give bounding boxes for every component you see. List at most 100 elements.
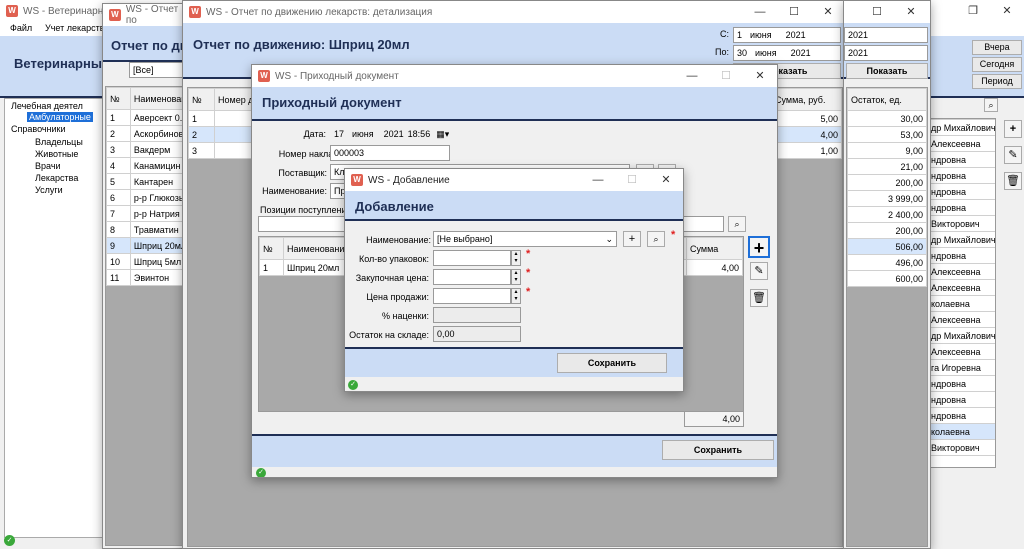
names-row[interactable]: ндровна: [927, 183, 995, 200]
add-save-button[interactable]: Сохранить: [557, 353, 667, 373]
tree-treatment[interactable]: Лечебная деятел: [11, 101, 83, 111]
incoming-delete-icon[interactable]: 🗑: [750, 289, 768, 307]
names-row[interactable]: ндровна: [927, 167, 995, 184]
report1-row[interactable]: 3 Вакдерм: [106, 141, 191, 158]
report3-row[interactable]: 200,00: [847, 222, 927, 239]
report1-row[interactable]: 10 Шприц 5мл: [106, 253, 191, 270]
incoming-col-num[interactable]: №: [259, 237, 284, 260]
report3-from-date[interactable]: 2021: [844, 27, 928, 43]
report2-maximize-icon[interactable]: ☐: [777, 1, 811, 23]
report3-row[interactable]: 496,00: [847, 254, 927, 271]
incoming-invoice-field[interactable]: 000003: [330, 145, 450, 161]
names-row[interactable]: др Михайлович: [927, 327, 995, 344]
tree-references[interactable]: Справочники: [11, 124, 66, 134]
report2-col-sum[interactable]: Сумма, руб.: [771, 88, 842, 111]
report3-row[interactable]: 200,00: [847, 174, 927, 191]
tree-owners[interactable]: Владельцы: [35, 137, 83, 147]
incoming-date-field[interactable]: 17 июня 2021 18:56 ▦▾: [330, 126, 450, 142]
report3-to-date[interactable]: 2021: [844, 45, 928, 61]
names-row[interactable]: ндровна: [927, 375, 995, 392]
names-row[interactable]: Викторович: [927, 215, 995, 232]
names-row[interactable]: ндровна: [927, 151, 995, 168]
report3-row[interactable]: 2 400,00: [847, 206, 927, 223]
names-add-icon[interactable]: +: [1004, 120, 1022, 138]
report3-col-stock[interactable]: Остаток, ед.: [847, 88, 927, 111]
today-button[interactable]: Сегодня: [972, 57, 1022, 72]
tree-doctors[interactable]: Врачи: [35, 161, 61, 171]
add-buy-field[interactable]: [433, 269, 511, 285]
names-row[interactable]: др Михайлович: [927, 231, 995, 248]
incoming-close-icon[interactable]: ✕: [743, 65, 777, 87]
names-row[interactable]: ндровна: [927, 391, 995, 408]
names-row[interactable]: Алексеевна: [927, 279, 995, 296]
report3-row[interactable]: 30,00: [847, 110, 927, 127]
report1-row[interactable]: 9 Шприц 20мл: [106, 237, 191, 254]
menu-drugs[interactable]: Учет лекарств: [45, 23, 105, 33]
report1-row[interactable]: 5 Кантарен: [106, 173, 191, 190]
names-row[interactable]: ндровна: [927, 407, 995, 424]
tree-ambulatory[interactable]: Амбулаторные: [27, 112, 93, 122]
names-row[interactable]: др Михайлович: [927, 119, 995, 136]
report1-row[interactable]: 11 Эвинтон: [106, 269, 191, 286]
report3-row[interactable]: 600,00: [847, 270, 927, 287]
tree-services[interactable]: Услуги: [35, 185, 63, 195]
names-row[interactable]: ндровна: [927, 199, 995, 216]
names-row[interactable]: Алексеевна: [927, 311, 995, 328]
incoming-maximize-icon[interactable]: ☐: [709, 65, 743, 87]
close-icon[interactable]: ✕: [990, 0, 1024, 22]
main-search-icon[interactable]: ⌕: [984, 98, 998, 112]
incoming-minimize-icon[interactable]: —: [675, 65, 709, 87]
report2-to-date[interactable]: 30 июня 2021: [733, 45, 841, 61]
tree-drugs[interactable]: Лекарства: [35, 173, 78, 183]
report1-row[interactable]: 2 Аскорбинов: [106, 125, 191, 142]
names-row[interactable]: Алексеевна: [927, 135, 995, 152]
report3-row[interactable]: 21,00: [847, 158, 927, 175]
names-edit-icon[interactable]: ✎: [1004, 146, 1022, 164]
report2-col-num[interactable]: №: [188, 88, 215, 111]
names-row[interactable]: Алексеевна: [927, 263, 995, 280]
add-minimize-icon[interactable]: —: [581, 169, 615, 191]
add-name-add-icon[interactable]: +: [623, 231, 641, 247]
add-name-dropdown-icon[interactable]: ⌄: [605, 232, 613, 246]
menu-file[interactable]: Файл: [10, 23, 32, 33]
report3-row[interactable]: 9,00: [847, 142, 927, 159]
report1-col-num[interactable]: №: [106, 87, 131, 110]
report3-row[interactable]: 3 999,00: [847, 190, 927, 207]
restore-icon[interactable]: ❐: [956, 0, 990, 22]
report1-row[interactable]: 1 Аверсект 0.5: [106, 109, 191, 126]
add-buy-spinner-icon[interactable]: ▴ ▾: [511, 269, 521, 285]
report3-row[interactable]: 53,00: [847, 126, 927, 143]
names-row[interactable]: колаевна: [927, 295, 995, 312]
period-button[interactable]: Период: [972, 74, 1022, 89]
yesterday-button[interactable]: Вчера: [972, 40, 1022, 55]
report1-row[interactable]: 7 р-р Натрия х: [106, 205, 191, 222]
report3-show-button[interactable]: Показать: [846, 63, 928, 79]
names-row[interactable]: ндровна: [927, 247, 995, 264]
report1-filter-select[interactable]: [Все]: [129, 62, 189, 78]
names-row[interactable]: га Игоревна: [927, 359, 995, 376]
report3-row[interactable]: 506,00: [847, 238, 927, 255]
add-maximize-icon[interactable]: ☐: [615, 169, 649, 191]
tree-animals[interactable]: Животные: [35, 149, 78, 159]
add-qty-spinner-icon[interactable]: ▴ ▾: [511, 250, 521, 266]
report3-close-icon[interactable]: ✕: [894, 1, 928, 23]
add-qty-field[interactable]: [433, 250, 511, 266]
add-close-icon[interactable]: ✕: [649, 169, 683, 191]
report1-row[interactable]: 8 Травматин: [106, 221, 191, 238]
incoming-add-icon[interactable]: +: [748, 236, 770, 258]
calendar-icon[interactable]: ▦▾: [436, 129, 449, 139]
incoming-edit-icon[interactable]: ✎: [750, 262, 768, 280]
report1-row[interactable]: 6 р-р Глюкозы: [106, 189, 191, 206]
report1-row[interactable]: 4 Канамицин 1: [106, 157, 191, 174]
names-delete-icon[interactable]: 🗑: [1004, 172, 1022, 190]
add-sell-field[interactable]: [433, 288, 511, 304]
names-row[interactable]: Алексеевна: [927, 343, 995, 360]
incoming-col-sum[interactable]: Сумма: [686, 237, 743, 260]
incoming-positions-search-icon[interactable]: ⌕: [728, 216, 746, 232]
names-row[interactable]: Викторович: [927, 439, 995, 456]
names-row[interactable]: колаевна: [927, 423, 995, 440]
report3-maximize-icon[interactable]: ☐: [860, 1, 894, 23]
incoming-save-button[interactable]: Сохранить: [662, 440, 774, 460]
incoming-col-name[interactable]: Наименование: [282, 237, 354, 260]
report2-from-date[interactable]: 1 июня 2021: [733, 27, 841, 43]
